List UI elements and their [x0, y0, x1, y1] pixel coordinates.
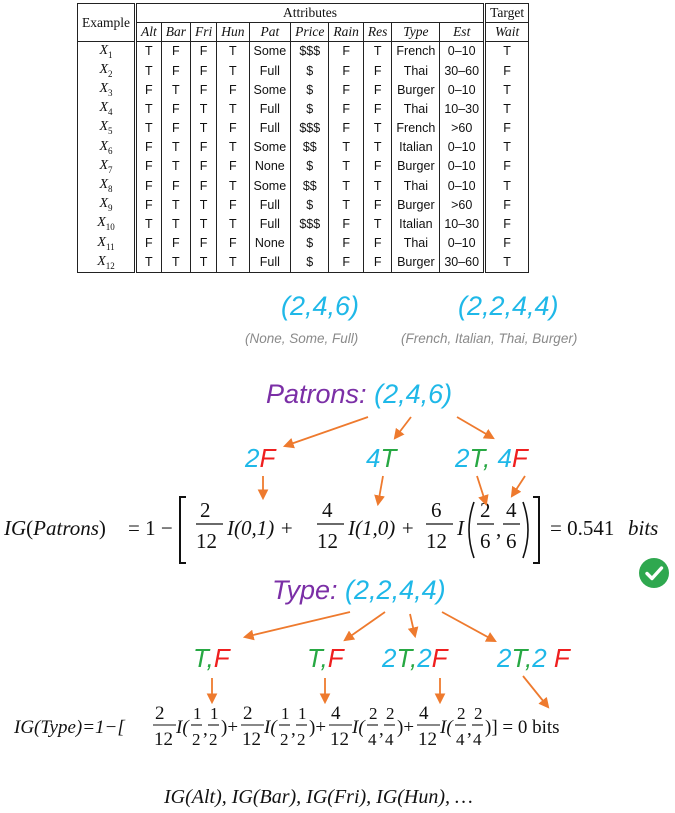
arrow-patrons-some: [393, 416, 412, 440]
arrow-type-thai: [407, 613, 419, 639]
arrow-full-t-formula: [476, 475, 489, 507]
arrow-type-french: [242, 611, 351, 641]
remaining-attributes: IG(Alt), IG(Bar), IG(Fri), IG(Hun), …: [164, 786, 473, 808]
arrow-patrons-full: [456, 416, 495, 440]
arrow-some-formula: [374, 475, 385, 507]
arrow-burger-formula: [522, 675, 550, 709]
split-arrows: [206, 416, 550, 709]
arrow-patrons-none: [282, 416, 369, 449]
arrow-type-italian: [343, 611, 386, 642]
arrow-full-f-formula: [510, 475, 526, 498]
arrow-type-burger: [441, 611, 497, 643]
